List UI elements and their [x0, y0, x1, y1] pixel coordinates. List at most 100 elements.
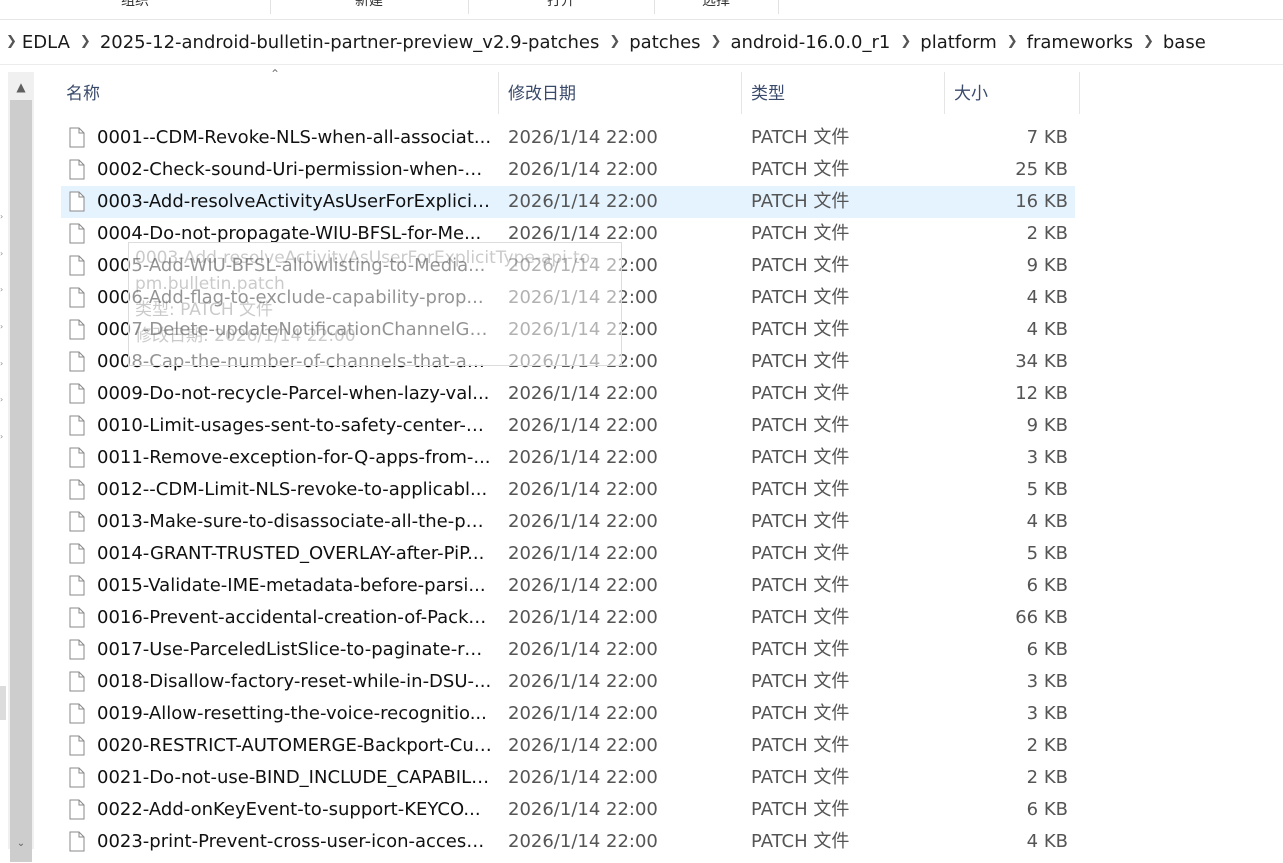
file-row[interactable]: 0007-Delete-updateNotificationChannelGr.…: [61, 314, 1075, 346]
file-type: PATCH 文件: [751, 575, 850, 596]
breadcrumb-item-base[interactable]: base: [1163, 32, 1206, 53]
breadcrumb-item-bulletin[interactable]: 2025-12-android-bulletin-partner-preview…: [100, 32, 600, 53]
file-type: PATCH 文件: [751, 319, 850, 340]
column-header-size[interactable]: 大小: [948, 72, 1080, 114]
file-type: PATCH 文件: [751, 607, 850, 628]
file-icon: [69, 127, 85, 148]
file-date: 2026/1/14 22:00: [508, 639, 658, 660]
file-row[interactable]: 0010-Limit-usages-sent-to-safety-center-…: [61, 410, 1075, 442]
chevron-right-icon[interactable]: ❯: [609, 34, 620, 49]
chevron-right-icon[interactable]: ❯: [1007, 34, 1018, 49]
breadcrumb-item-platform[interactable]: platform: [920, 32, 996, 53]
file-row[interactable]: 0005-Add-WIU-BFSL-allowlisting-to-Media.…: [61, 250, 1075, 282]
file-type: PATCH 文件: [751, 447, 850, 468]
chevron-right-icon[interactable]: ›: [0, 360, 5, 368]
file-type: PATCH 文件: [751, 415, 850, 436]
breadcrumb[interactable]: ❯ EDLA ❯ 2025-12-android-bulletin-partne…: [0, 26, 1283, 58]
file-icon: [69, 735, 85, 756]
file-row[interactable]: 0018-Disallow-factory-reset-while-in-DSU…: [61, 666, 1075, 698]
column-header-name[interactable]: 名称: [60, 72, 499, 114]
file-name: 0005-Add-WIU-BFSL-allowlisting-to-Media.…: [97, 255, 486, 276]
file-row[interactable]: 0019-Allow-resetting-the-voice-recogniti…: [61, 698, 1075, 730]
column-header-type[interactable]: 类型: [745, 72, 945, 114]
file-row[interactable]: 0008-Cap-the-number-of-channels-that-an.…: [61, 346, 1075, 378]
file-name: 0009-Do-not-recycle-Parcel-when-lazy-val…: [97, 383, 490, 404]
file-icon: [69, 543, 85, 564]
file-row[interactable]: 0015-Validate-IME-metadata-before-parsi.…: [61, 570, 1075, 602]
scrollbar-thumb[interactable]: [10, 100, 32, 862]
chevron-right-icon[interactable]: ›: [0, 396, 5, 404]
file-row[interactable]: 0013-Make-sure-to-disassociate-all-the-p…: [61, 506, 1075, 538]
file-date: 2026/1/14 22:00: [508, 671, 658, 692]
vertical-scrollbar[interactable]: ▲ ⌄: [8, 72, 34, 862]
chevron-right-icon[interactable]: ›: [0, 250, 5, 258]
file-row[interactable]: 0006-Add-flag-to-exclude-capability-prop…: [61, 282, 1075, 314]
file-name: 0022-Add-onKeyEvent-to-support-KEYCO...: [97, 799, 481, 820]
file-icon: [69, 511, 85, 532]
breadcrumb-item-android[interactable]: android-16.0.0_r1: [730, 32, 890, 53]
file-icon: [69, 223, 85, 244]
file-date: 2026/1/14 22:00: [508, 511, 658, 532]
navigation-pane[interactable]: › › › › › › ›: [0, 70, 6, 849]
file-size: 6 KB: [1026, 639, 1068, 660]
file-size: 7 KB: [1026, 127, 1068, 148]
file-row[interactable]: 0004-Do-not-propagate-WIU-BFSL-for-Me...…: [61, 218, 1075, 250]
file-size: 25 KB: [1015, 159, 1068, 180]
file-row[interactable]: 0001--CDM-Revoke-NLS-when-all-associat..…: [61, 122, 1075, 154]
file-row[interactable]: 0002-Check-sound-Uri-permission-when-cr.…: [61, 154, 1075, 186]
chevron-right-icon[interactable]: ›: [0, 213, 5, 221]
file-date: 2026/1/14 22:00: [508, 479, 658, 500]
file-icon: [69, 351, 85, 372]
chevron-right-icon[interactable]: ›: [0, 286, 5, 294]
file-icon: [69, 191, 85, 212]
navigation-pane-scroll-thumb[interactable]: [0, 686, 6, 720]
chevron-right-icon[interactable]: ❯: [711, 34, 722, 49]
file-icon: [69, 671, 85, 692]
file-type: PATCH 文件: [751, 383, 850, 404]
ribbon-group-new[interactable]: 新建: [270, 0, 469, 14]
file-date: 2026/1/14 22:00: [508, 543, 658, 564]
file-type: PATCH 文件: [751, 191, 850, 212]
chevron-right-icon[interactable]: ❯: [80, 34, 91, 49]
chevron-right-icon[interactable]: ›: [0, 323, 5, 331]
breadcrumb-item-edla[interactable]: EDLA: [22, 32, 70, 53]
ribbon-group-select[interactable]: 选择: [654, 0, 779, 14]
file-row[interactable]: 0017-Use-ParceledListSlice-to-paginate-r…: [61, 634, 1075, 666]
file-list[interactable]: 0001--CDM-Revoke-NLS-when-all-associat..…: [61, 122, 1075, 858]
file-row[interactable]: 0022-Add-onKeyEvent-to-support-KEYCO... 2…: [61, 794, 1075, 826]
column-header-date[interactable]: 修改日期: [502, 72, 742, 114]
chevron-up-icon[interactable]: ▲: [8, 72, 34, 100]
file-date: 2026/1/14 22:00: [508, 159, 658, 180]
chevron-right-icon[interactable]: ❯: [1143, 34, 1154, 49]
file-name: 0001--CDM-Revoke-NLS-when-all-associat..…: [97, 127, 492, 148]
file-size: 9 KB: [1026, 255, 1068, 276]
chevron-right-icon[interactable]: ❯: [6, 34, 17, 49]
file-row[interactable]: 0003-Add-resolveActivityAsUserForExplici…: [61, 186, 1075, 218]
file-size: 2 KB: [1026, 767, 1068, 788]
file-size: 9 KB: [1026, 415, 1068, 436]
file-row[interactable]: 0009-Do-not-recycle-Parcel-when-lazy-val…: [61, 378, 1075, 410]
file-type: PATCH 文件: [751, 287, 850, 308]
breadcrumb-item-frameworks[interactable]: frameworks: [1027, 32, 1133, 53]
file-icon: [69, 607, 85, 628]
file-row[interactable]: 0021-Do-not-use-BIND_INCLUDE_CAPABILI...…: [61, 762, 1075, 794]
file-date: 2026/1/14 22:00: [508, 799, 658, 820]
file-row[interactable]: 0014-GRANT-TRUSTED_OVERLAY-after-PiP... 2…: [61, 538, 1075, 570]
file-row[interactable]: 0020-RESTRICT-AUTOMERGE-Backport-Cut... 2…: [61, 730, 1075, 762]
ribbon-group-organize[interactable]: 组织: [0, 0, 271, 14]
file-icon: [69, 479, 85, 500]
file-row[interactable]: 0011-Remove-exception-for-Q-apps-from-..…: [61, 442, 1075, 474]
breadcrumb-item-patches[interactable]: patches: [629, 32, 700, 53]
ribbon-group-open[interactable]: 打开: [468, 0, 655, 14]
file-date: 2026/1/14 22:00: [508, 319, 658, 340]
chevron-right-icon[interactable]: ›: [0, 433, 5, 441]
chevron-right-icon[interactable]: ❯: [900, 34, 911, 49]
file-row[interactable]: 0023-print-Prevent-cross-user-icon-acces…: [61, 826, 1075, 858]
file-type: PATCH 文件: [751, 479, 850, 500]
chevron-down-icon[interactable]: ⌄: [8, 839, 34, 849]
file-name: 0003-Add-resolveActivityAsUserForExplici…: [97, 191, 492, 212]
file-icon: [69, 383, 85, 404]
file-row[interactable]: 0012--CDM-Limit-NLS-revoke-to-applicabl.…: [61, 474, 1075, 506]
file-type: PATCH 文件: [751, 703, 850, 724]
file-row[interactable]: 0016-Prevent-accidental-creation-of-Pack…: [61, 602, 1075, 634]
